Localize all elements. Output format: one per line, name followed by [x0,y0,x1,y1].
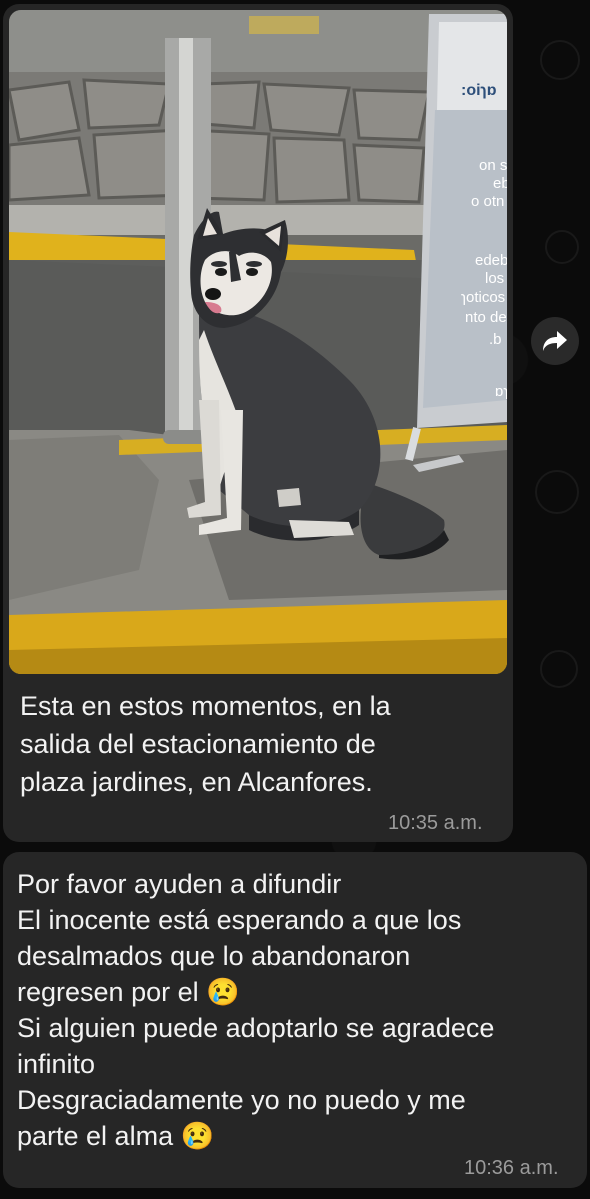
wallpaper-doodle [535,470,579,514]
forward-button[interactable] [531,317,579,365]
wallpaper-doodle [540,40,580,80]
image-caption: Esta en estos momentos, en la salida del… [20,691,391,797]
message-timestamp: 10:35 a.m. [388,812,483,834]
wallpaper-doodle [540,650,578,688]
husky-photo-illustration: :oiɿɒ on s eb o otn edeb los ɿoticos nto… [9,10,507,674]
wallpaper-doodle [545,230,579,264]
message-text: Por favor ayuden a difundir El inocente … [17,869,495,1151]
forward-arrow-icon [543,331,567,351]
svg-text::oiɿɒ: :oiɿɒ [461,82,497,99]
message-timestamp: 10:36 a.m. [464,1157,559,1179]
dog-photo[interactable]: :oiɿɒ on s eb o otn edeb los ɿoticos nto… [9,10,507,674]
message-bubble-image[interactable]: :oiɿɒ on s eb o otn edeb los ɿoticos nto… [3,4,513,842]
